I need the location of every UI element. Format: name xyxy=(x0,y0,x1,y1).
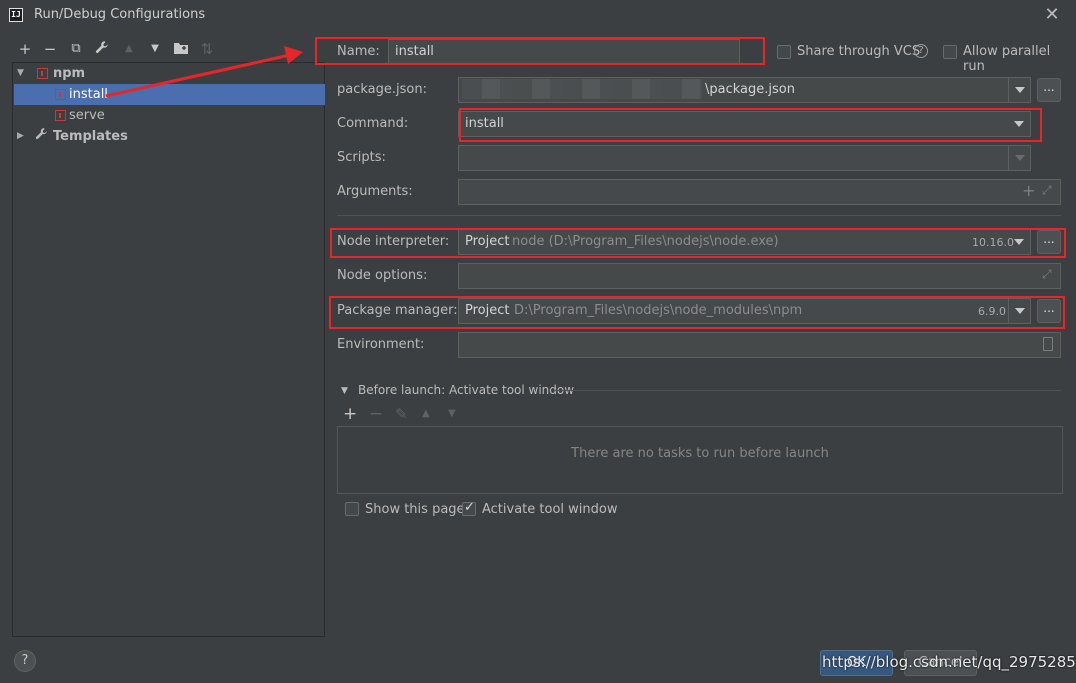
name-input[interactable]: install xyxy=(388,39,740,65)
chevron-down-icon[interactable] xyxy=(1008,146,1030,170)
name-input-value: install xyxy=(395,44,434,59)
node-interpreter-combobox[interactable]: Project node (D:\Program_Files\nodejs\no… xyxy=(458,229,1031,255)
environment-input[interactable] xyxy=(458,332,1061,358)
separator xyxy=(337,215,1061,216)
expand-icon[interactable]: ⤢ xyxy=(1042,183,1052,198)
scripts-label: Scripts: xyxy=(337,150,386,165)
edit-task-icon[interactable]: ✎ xyxy=(395,405,408,423)
show-page-checkbox[interactable] xyxy=(345,502,359,516)
npm-icon xyxy=(55,110,66,121)
remove-task-icon[interactable]: − xyxy=(369,404,383,424)
share-vcs-label: Share through VCS xyxy=(797,44,921,59)
empty-list-text: There are no tasks to run before launch xyxy=(571,446,829,461)
add-icon[interactable]: + xyxy=(16,40,34,58)
separator xyxy=(555,390,1061,391)
node-options-input[interactable]: ⤢ xyxy=(458,263,1061,289)
node-options-label: Node options: xyxy=(337,268,428,283)
remove-icon[interactable]: − xyxy=(41,40,59,58)
package-manager-path: D:\Program_Files\nodejs\node_modules\npm xyxy=(514,303,803,318)
name-label: Name: xyxy=(337,44,380,59)
before-launch-task-list[interactable]: There are no tasks to run before launch xyxy=(337,426,1063,494)
npm-icon xyxy=(55,89,66,100)
tree-item-templates[interactable]: ▶ Templates xyxy=(14,126,325,147)
chevron-down-icon[interactable] xyxy=(1008,230,1030,254)
copy-icon[interactable]: ⧉ xyxy=(67,40,85,58)
help-button[interactable]: ? xyxy=(14,650,36,672)
package-manager-combobox[interactable]: Project D:\Program_Files\nodejs\node_mod… xyxy=(458,298,1031,324)
package-json-value: \package.json xyxy=(705,82,795,97)
annotation-arrow xyxy=(105,46,303,98)
collapsed-caret-icon[interactable]: ▶ xyxy=(17,126,24,147)
browse-package-manager-button[interactable]: ... xyxy=(1037,299,1061,323)
app-icon: IJ xyxy=(9,8,23,22)
command-label: Command: xyxy=(337,116,409,131)
browse-package-json-button[interactable]: ... xyxy=(1037,78,1061,102)
node-interpreter-project: Project xyxy=(465,234,510,249)
tree-item-label: npm xyxy=(53,66,86,81)
parallel-run-label: Allow parallel run xyxy=(963,44,1051,74)
document-icon[interactable] xyxy=(1043,337,1053,351)
expand-caret-icon[interactable]: ▼ xyxy=(17,63,24,84)
browse-node-interpreter-button[interactable]: ... xyxy=(1037,230,1061,254)
parallel-run-checkbox[interactable] xyxy=(943,45,957,59)
add-icon[interactable]: + xyxy=(1022,181,1035,200)
move-up-task-icon[interactable]: ▲ xyxy=(422,408,430,419)
command-value: install xyxy=(465,116,504,131)
package-manager-version: 6.9.0 xyxy=(978,305,1006,318)
npm-icon xyxy=(37,68,48,79)
wrench-icon xyxy=(35,126,48,147)
collapse-caret-icon[interactable]: ▼ xyxy=(341,386,348,396)
expand-icon[interactable]: ⤢ xyxy=(1042,267,1052,282)
node-interpreter-path: node (D:\Program_Files\nodejs\node.exe) xyxy=(512,234,779,249)
add-task-icon[interactable]: + xyxy=(343,404,357,424)
node-interpreter-label: Node interpreter: xyxy=(337,234,450,249)
package-manager-project: Project xyxy=(465,303,510,318)
help-icon[interactable]: ? xyxy=(914,44,928,58)
command-combobox[interactable]: install xyxy=(458,111,1031,137)
chevron-down-icon[interactable] xyxy=(1008,78,1030,102)
chevron-down-icon[interactable] xyxy=(1008,299,1030,323)
tree-item-label: Templates xyxy=(53,129,128,144)
scripts-combobox[interactable] xyxy=(458,145,1031,171)
configuration-tree: ▼ npm install serve ▶ Templates xyxy=(12,62,325,637)
environment-label: Environment: xyxy=(337,337,425,352)
watermark-text: https://blog.csdn.net/qq_29752857 xyxy=(822,653,1076,671)
chevron-down-icon[interactable] xyxy=(1008,112,1030,136)
package-json-label: package.json: xyxy=(337,82,427,97)
move-down-task-icon[interactable]: ▼ xyxy=(448,408,456,419)
show-page-label: Show this page xyxy=(365,502,465,517)
window-title: Run/Debug Configurations xyxy=(34,7,206,22)
arguments-input[interactable]: + ⤢ xyxy=(458,179,1061,205)
activate-window-checkbox[interactable] xyxy=(462,500,476,516)
close-icon[interactable]: ✕ xyxy=(1042,5,1062,25)
tree-item-serve[interactable]: serve xyxy=(14,105,325,126)
package-manager-label: Package manager: xyxy=(337,303,458,318)
share-vcs-checkbox[interactable] xyxy=(777,45,791,59)
activate-window-label: Activate tool window xyxy=(482,502,618,517)
tree-item-label: serve xyxy=(69,108,105,123)
before-launch-header[interactable]: Before launch: Activate tool window xyxy=(358,383,574,397)
redacted-path xyxy=(462,79,702,99)
arguments-label: Arguments: xyxy=(337,184,413,199)
